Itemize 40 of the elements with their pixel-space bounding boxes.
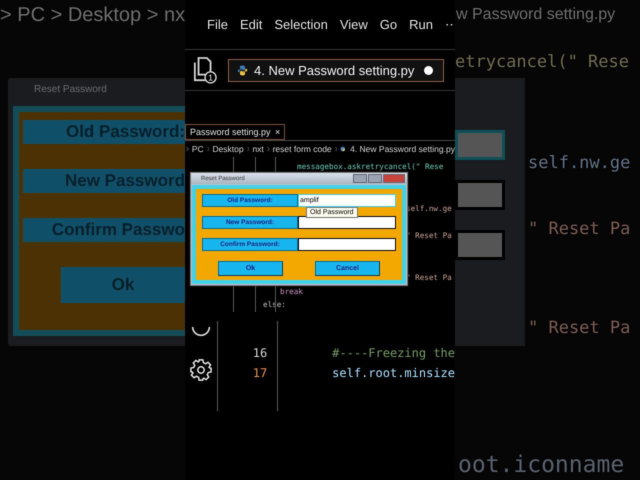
code-line: #----Freezing the (332, 346, 455, 360)
code-text: " Reset Pa (528, 318, 630, 338)
breadcrumb-item[interactable]: nxt (252, 144, 264, 154)
menu-item[interactable]: Run (409, 17, 433, 32)
menu-item[interactable]: View (340, 17, 368, 32)
chevron-icon (206, 145, 210, 153)
code-text: " Reset Pa (528, 219, 630, 239)
menu-item[interactable]: Go (380, 17, 398, 32)
settings-icon[interactable] (190, 359, 212, 381)
breadcrumb-item[interactable]: reset form code (272, 144, 332, 154)
breadcrumb-text: > PC > Desktop > nx (0, 4, 186, 27)
editor-tab[interactable]: Password setting.py × (185, 124, 286, 140)
python-file-icon (237, 64, 248, 76)
tab-title: w Password setting.py (456, 6, 616, 24)
chevron-icon (334, 145, 338, 153)
code-text: etrycancel(" Rese (455, 52, 629, 72)
window-title: Reset Password (33, 83, 108, 97)
line-number: 16 (252, 346, 268, 360)
code-text: oot.iconname (458, 452, 624, 478)
breadcrumb-item[interactable]: PC (192, 144, 204, 154)
field-label: New Password (23, 169, 185, 193)
code-line: self.root.minsize (332, 366, 455, 380)
account-icon[interactable] (191, 327, 212, 337)
menu-item[interactable]: File (207, 17, 228, 32)
python-file-icon (340, 145, 346, 153)
input-field[interactable] (298, 216, 396, 229)
chevron-icon (266, 145, 270, 153)
editor-tab[interactable]: 4. New Password setting.py (228, 58, 444, 82)
line-number: 17 (252, 366, 268, 380)
menu-item[interactable]: Edit (240, 17, 262, 32)
menu-item[interactable]: Selection (274, 17, 328, 32)
breadcrumb-item[interactable]: 4. New Password setting.py (350, 144, 455, 154)
breadcrumb-item[interactable]: Desktop (212, 144, 244, 154)
field-label: Confirm Passwo (23, 218, 185, 242)
input-field[interactable] (298, 238, 396, 251)
field-label: Old Password: (23, 120, 185, 144)
chevron-icon (186, 145, 189, 153)
code-text: self.nw.ge (528, 153, 630, 173)
chevron-icon (246, 145, 250, 153)
menu-item[interactable]: ⋯ (445, 17, 455, 32)
